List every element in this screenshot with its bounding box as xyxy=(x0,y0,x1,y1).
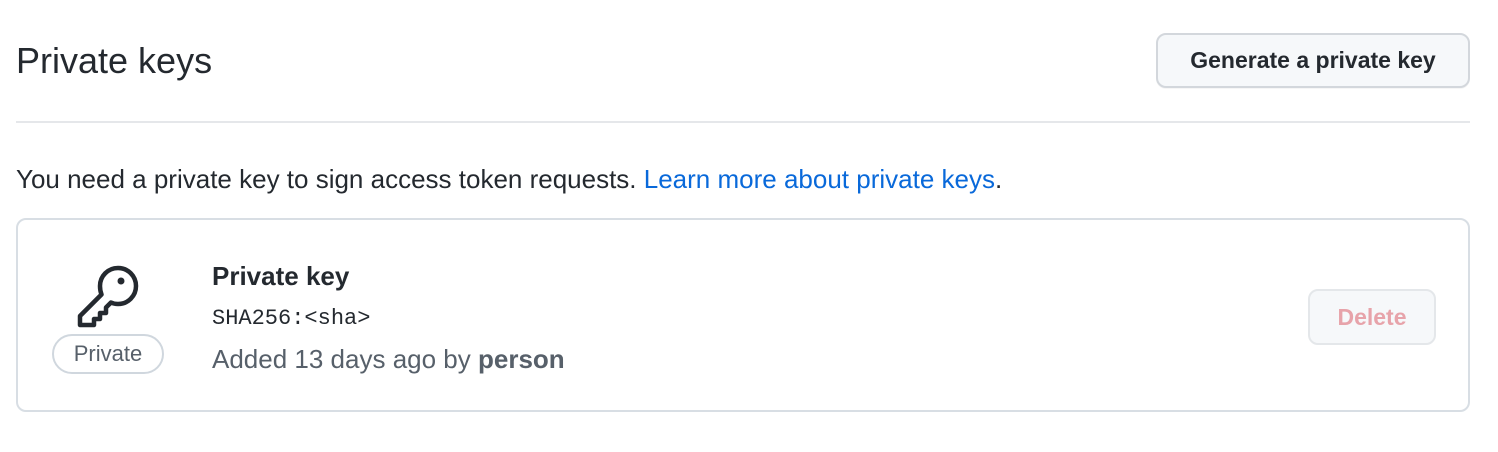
key-added-info: Added 13 days ago by person xyxy=(212,342,565,376)
intro-description: You need a private key to sign access to… xyxy=(16,164,644,194)
page-header: Private keys Generate a private key xyxy=(16,0,1470,123)
key-added-text: Added 13 days ago by xyxy=(212,344,478,374)
key-title: Private key xyxy=(212,261,350,291)
intro-trailing: . xyxy=(994,164,1003,194)
generate-private-key-button[interactable]: Generate a private key xyxy=(1156,33,1470,88)
private-badge: Private xyxy=(52,334,164,374)
private-keys-page: Private keys Generate a private key You … xyxy=(0,0,1498,452)
delete-key-button[interactable]: Delete xyxy=(1308,289,1436,345)
key-sha-fingerprint: SHA256:<sha> xyxy=(212,306,371,331)
key-icon xyxy=(72,260,144,332)
page-title: Private keys xyxy=(16,40,213,81)
learn-more-link[interactable]: Learn more about private keys xyxy=(644,164,995,194)
intro-text: You need a private key to sign access to… xyxy=(16,162,1002,196)
private-key-card: Private Private key SHA256:<sha> Added 1… xyxy=(16,218,1470,412)
key-added-by-user[interactable]: person xyxy=(478,344,565,374)
